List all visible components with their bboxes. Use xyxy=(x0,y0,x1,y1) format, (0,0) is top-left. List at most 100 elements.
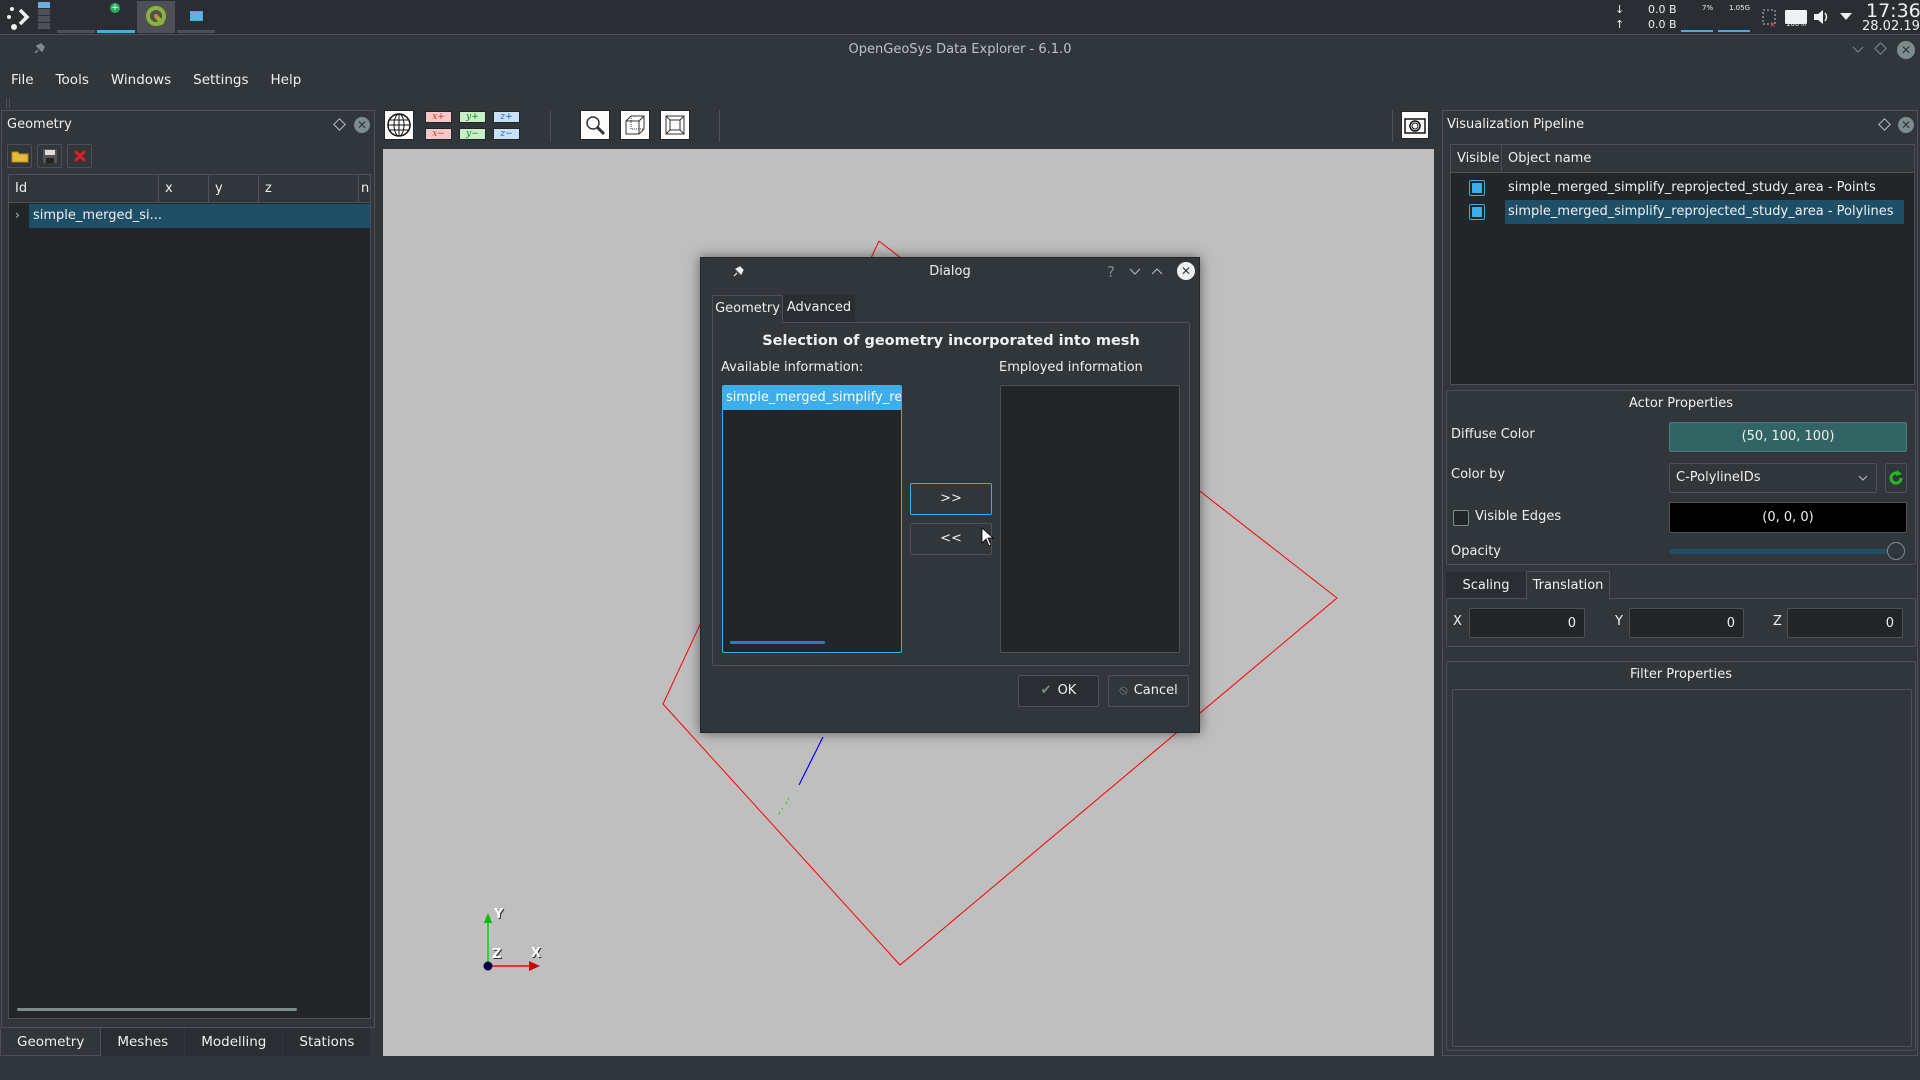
add-button[interactable]: >> xyxy=(910,483,992,515)
transform-tabs: Scaling Translation xyxy=(1446,571,1616,600)
view-x-minus-button[interactable]: x− xyxy=(425,128,452,140)
dialog-tab-geometry[interactable]: Geometry xyxy=(712,295,783,323)
cpu-value: 7% xyxy=(1702,4,1714,12)
minimize-dialog-icon[interactable] xyxy=(1129,267,1141,277)
translation-x-input[interactable]: 0 xyxy=(1469,608,1585,638)
taskbar-task-ogs[interactable]: + xyxy=(97,1,135,33)
axis-label-y: Y xyxy=(494,907,504,922)
column-n[interactable]: n xyxy=(359,175,371,203)
remove-button[interactable] xyxy=(67,144,92,168)
employed-list[interactable] xyxy=(1000,385,1180,653)
horizontal-scrollbar[interactable] xyxy=(17,1008,297,1011)
pipeline-row-polylines[interactable]: simple_merged_simplify_reprojected_study… xyxy=(1451,200,1914,224)
cancel-button[interactable]: ⦸ Cancel xyxy=(1108,675,1189,707)
column-visible[interactable]: Visible xyxy=(1451,145,1502,173)
tab-translation[interactable]: Translation xyxy=(1526,571,1610,600)
dialog-titlebar[interactable]: Dialog ? ✕ xyxy=(701,258,1199,286)
app-launcher-icon[interactable] xyxy=(6,6,30,30)
column-x[interactable]: x xyxy=(159,175,209,203)
menu-bar: File Tools Windows Settings Help xyxy=(0,68,1920,94)
folder-icon xyxy=(11,151,28,163)
toolbar-separator xyxy=(1392,110,1393,142)
zoom-button[interactable] xyxy=(580,110,610,140)
view-z-minus-button[interactable]: z− xyxy=(493,128,520,140)
column-y[interactable]: y xyxy=(209,175,259,203)
float-dock-icon[interactable] xyxy=(1878,118,1891,131)
screenshot-button[interactable] xyxy=(1401,111,1429,139)
delete-icon xyxy=(73,149,86,163)
open-file-button[interactable] xyxy=(7,144,32,168)
taskbar-task-qgis[interactable] xyxy=(137,1,175,33)
ok-button[interactable]: ✔ OK xyxy=(1018,675,1099,707)
float-dock-icon[interactable] xyxy=(333,118,346,131)
visible-checkbox-points[interactable] xyxy=(1469,180,1485,196)
menu-help[interactable]: Help xyxy=(260,68,313,92)
reset-view-button[interactable] xyxy=(384,110,414,140)
pipeline-tree[interactable]: Visible Object name simple_merged_simpli… xyxy=(1450,144,1915,385)
diffuse-color-button[interactable]: (50, 100, 100) xyxy=(1669,422,1907,452)
visible-checkbox-polylines[interactable] xyxy=(1469,204,1485,220)
pin-icon[interactable] xyxy=(32,42,46,56)
tab-modelling[interactable]: Modelling xyxy=(185,1028,284,1056)
tree-row[interactable]: › simple_merged_si... xyxy=(9,204,370,228)
horizontal-scrollbar[interactable] xyxy=(730,641,825,644)
pipeline-dock: Visualization Pipeline ✕ Visible Object … xyxy=(1442,110,1918,1056)
translation-y-input[interactable]: 0 xyxy=(1629,608,1744,638)
refresh-colors-button[interactable] xyxy=(1885,463,1907,493)
close-window-icon[interactable]: ✕ xyxy=(1897,41,1915,59)
available-list[interactable]: simple_merged_simplify_reprojected_study… xyxy=(722,385,902,653)
mem-graph[interactable] xyxy=(1718,28,1750,32)
pipeline-row-label[interactable]: simple_merged_simplify_reprojected_study… xyxy=(1505,200,1904,224)
orthographic-view-button[interactable] xyxy=(620,110,650,140)
pipeline-row-points[interactable]: simple_merged_simplify_reprojected_study… xyxy=(1451,176,1914,200)
tree-row-label[interactable]: simple_merged_si... xyxy=(29,204,370,228)
opacity-slider-handle[interactable] xyxy=(1887,542,1905,560)
minimize-window-icon[interactable] xyxy=(1851,42,1865,56)
save-button[interactable] xyxy=(37,144,62,168)
edge-color-button[interactable]: (0, 0, 0) xyxy=(1669,502,1907,533)
taskbar-task-window[interactable] xyxy=(177,1,215,33)
maximize-dialog-icon[interactable] xyxy=(1151,267,1163,277)
translation-z-input[interactable]: 0 xyxy=(1787,608,1903,638)
fit-view-button[interactable] xyxy=(660,110,690,140)
close-dock-icon[interactable]: ✕ xyxy=(1898,117,1914,133)
toolbar-handle[interactable] xyxy=(6,98,10,108)
pipeline-row-label[interactable]: simple_merged_simplify_reprojected_study… xyxy=(1505,176,1876,200)
taskbar-task-1[interactable] xyxy=(57,1,95,33)
menu-tools[interactable]: Tools xyxy=(45,68,100,92)
column-id[interactable]: Id xyxy=(9,175,159,203)
volume-icon[interactable] xyxy=(1812,8,1830,26)
column-z[interactable]: z xyxy=(259,175,359,203)
dialog-tab-advanced[interactable]: Advanced xyxy=(783,295,855,322)
color-by-select[interactable]: C-PolylineIDs xyxy=(1669,463,1877,493)
tab-meshes[interactable]: Meshes xyxy=(101,1028,186,1056)
menu-file[interactable]: File xyxy=(0,68,45,92)
remove-button[interactable]: << xyxy=(910,523,992,555)
view-z-plus-button[interactable]: z+ xyxy=(493,111,520,123)
geometry-tree[interactable]: Id x y z n › simple_merged_si... xyxy=(8,174,371,1019)
close-dock-icon[interactable]: ✕ xyxy=(354,117,370,133)
available-list-item[interactable]: simple_merged_simplify_reprojected_study… xyxy=(723,386,901,410)
menu-settings[interactable]: Settings xyxy=(182,68,259,92)
opacity-slider[interactable] xyxy=(1669,542,1905,560)
tab-stations[interactable]: Stations xyxy=(283,1028,372,1056)
virtual-desktop-pager[interactable] xyxy=(38,2,50,32)
view-y-plus-button[interactable]: y+ xyxy=(459,111,486,123)
clock-date[interactable]: 28.02.19 xyxy=(1862,19,1920,34)
net-down-value: 0.0 B xyxy=(1648,3,1677,16)
tray-expand-icon[interactable] xyxy=(1840,13,1852,20)
help-icon[interactable]: ? xyxy=(1107,263,1115,281)
column-object-name[interactable]: Object name xyxy=(1502,145,1914,173)
taskbar: + ↓ ↑ 0.0 B 0.0 B 7% 1.05G x 100% 17:36 … xyxy=(0,0,1920,35)
view-y-minus-button[interactable]: y− xyxy=(459,128,486,140)
close-dialog-icon[interactable]: ✕ xyxy=(1177,262,1195,280)
visible-edges-checkbox[interactable] xyxy=(1453,510,1469,526)
cpu-graph[interactable] xyxy=(1681,28,1713,32)
translation-z-label: Z xyxy=(1773,614,1782,629)
menu-windows[interactable]: Windows xyxy=(100,68,182,92)
view-x-plus-button[interactable]: x+ xyxy=(425,111,452,123)
tab-scaling[interactable]: Scaling xyxy=(1446,572,1526,599)
tab-geometry[interactable]: Geometry xyxy=(0,1028,102,1056)
expand-chevron-icon[interactable]: › xyxy=(15,208,20,222)
network-disconnected-icon[interactable]: x xyxy=(1762,8,1778,30)
